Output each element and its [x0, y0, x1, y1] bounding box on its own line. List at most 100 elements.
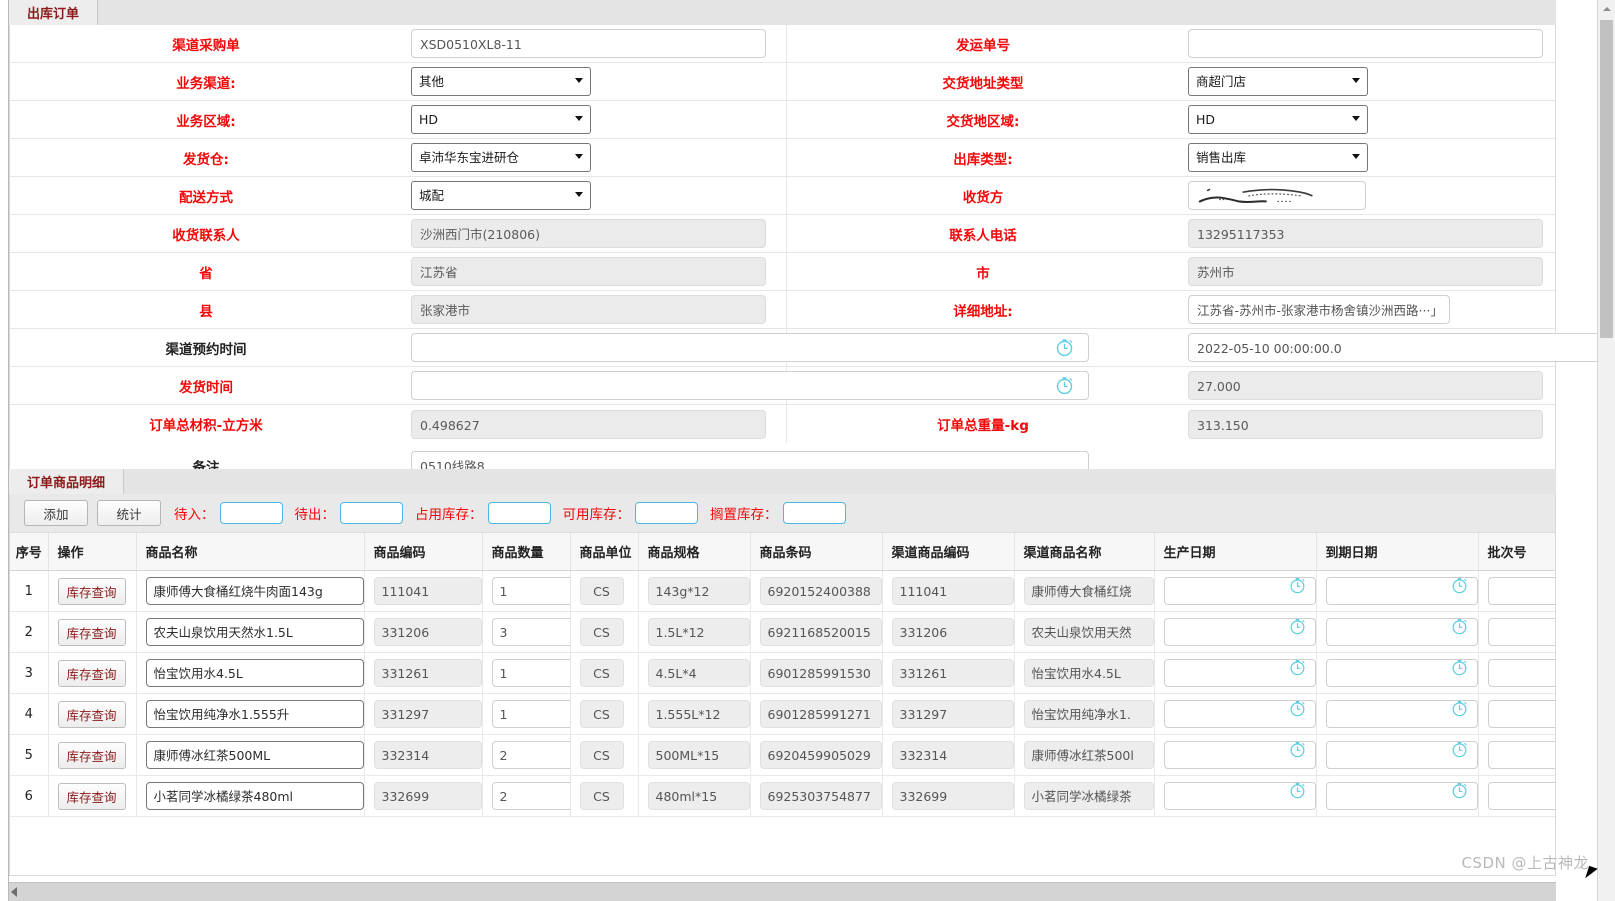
quantity-input[interactable]: 3: [491, 618, 576, 646]
clock-icon[interactable]: [1288, 781, 1307, 800]
left-select[interactable]: 城配: [411, 181, 591, 210]
column-header-op[interactable]: 操作: [48, 533, 137, 571]
cell-row-index: 6: [10, 775, 49, 817]
left-date-field[interactable]: [411, 333, 1089, 362]
stock-query-button[interactable]: 库存查询: [57, 618, 126, 646]
stock-field-input[interactable]: [340, 502, 403, 524]
batch-number-input[interactable]: [1487, 782, 1555, 810]
tab-outbound-order[interactable]: 出库订单: [9, 0, 99, 25]
quantity-input[interactable]: 1: [491, 577, 576, 605]
left-text-input[interactable]: 江苏省: [411, 257, 766, 286]
left-date-input[interactable]: [411, 333, 1089, 362]
column-header-code[interactable]: 商品编码: [364, 533, 483, 571]
clock-icon[interactable]: [1054, 337, 1075, 358]
product-name-input[interactable]: 康师傅大食桶红烧牛肉面143g: [145, 577, 364, 605]
quantity-input[interactable]: 1: [491, 659, 576, 687]
right-text-input[interactable]: 苏州市: [1188, 257, 1543, 286]
column-header-chcode[interactable]: 渠道商品编码: [882, 533, 1015, 571]
quantity-input[interactable]: 1: [491, 700, 576, 728]
column-header-chname[interactable]: 渠道商品名称: [1014, 533, 1155, 571]
stock-field-input[interactable]: [219, 502, 283, 524]
quantity-input[interactable]: 2: [491, 741, 576, 769]
product-name-input[interactable]: 小茗同学冰橘绿茶480ml: [145, 782, 364, 810]
right-select[interactable]: HD: [1188, 105, 1368, 134]
column-header-spec[interactable]: 商品规格: [638, 533, 751, 571]
left-date-field[interactable]: [411, 371, 1089, 400]
product-name-input[interactable]: 怡宝饮用水4.5L: [145, 659, 364, 687]
clock-icon[interactable]: [1054, 375, 1075, 396]
form-cell-left: 发货时间: [10, 367, 1089, 404]
scroll-up-arrow-icon[interactable]: [1598, 0, 1615, 17]
product-name-input[interactable]: 怡宝饮用纯净水1.555升: [145, 700, 364, 728]
form-row: 配送方式 城配 收货方: [10, 177, 1555, 215]
stock-query-button[interactable]: 库存查询: [57, 700, 126, 728]
stock-field-input[interactable]: [487, 502, 551, 524]
clock-icon[interactable]: [1450, 576, 1469, 595]
clock-icon[interactable]: [1288, 658, 1307, 677]
left-select[interactable]: 其他: [411, 67, 591, 96]
clock-icon[interactable]: [1288, 740, 1307, 759]
batch-number-input[interactable]: [1487, 577, 1555, 605]
clock-icon[interactable]: [1288, 576, 1307, 595]
column-header-proddate[interactable]: 生产日期: [1154, 533, 1317, 571]
batch-number-input[interactable]: [1487, 700, 1555, 728]
column-header-barcode[interactable]: 商品条码: [750, 533, 883, 571]
scroll-left-arrow-icon[interactable]: [11, 887, 17, 897]
detail-toolbar: 添加 统计 待入： 待出： 占用库存： 可用库存： 搁置库存：: [10, 494, 1555, 533]
form-cell-left: 渠道预约时间: [10, 329, 1089, 366]
clock-icon[interactable]: [1288, 699, 1307, 718]
add-button[interactable]: 添加: [24, 500, 88, 526]
stock-query-button[interactable]: 库存查询: [57, 741, 126, 769]
tab-order-item-detail[interactable]: 订单商品明细: [9, 469, 125, 494]
right-text-input[interactable]: 江苏省-苏州市-张家港市杨舍镇沙洲西路···」: [1188, 295, 1450, 324]
vertical-scrollbar[interactable]: [1597, 0, 1615, 901]
stock-query-button[interactable]: 库存查询: [57, 782, 126, 810]
product-name-input[interactable]: 康师傅冰红茶500ML: [145, 741, 364, 769]
stat-button[interactable]: 统计: [97, 500, 161, 526]
horizontal-scroll-thumb[interactable]: [23, 884, 1123, 900]
batch-number-input[interactable]: [1487, 618, 1555, 646]
stat-button-label: 统计: [116, 506, 142, 522]
right-date-field[interactable]: 2022-05-10 00:00:00.0: [1188, 333, 1615, 362]
left-select[interactable]: HD: [411, 105, 591, 134]
right-select[interactable]: 商超门店: [1188, 67, 1368, 96]
stock-field-input[interactable]: [635, 502, 698, 524]
left-text-input[interactable]: 张家港市: [411, 295, 766, 324]
quantity-input[interactable]: 2: [491, 782, 576, 810]
right-text-input[interactable]: 13295117353: [1188, 219, 1543, 248]
column-header-idx[interactable]: 序号: [10, 533, 49, 571]
batch-number-input[interactable]: [1487, 741, 1555, 769]
right-date-input[interactable]: 2022-05-10 00:00:00.0: [1188, 333, 1615, 362]
clock-icon[interactable]: [1450, 617, 1469, 636]
product-name-input[interactable]: 农夫山泉饮用天然水1.5L: [145, 618, 364, 646]
clock-icon[interactable]: [1288, 617, 1307, 636]
batch-number-input[interactable]: [1487, 659, 1555, 687]
left-text-input[interactable]: 0.498627: [411, 409, 766, 439]
left-select[interactable]: 卓沛华东宝进研仓: [411, 143, 591, 172]
right-text-input[interactable]: 313.150: [1188, 409, 1543, 439]
column-header-qty[interactable]: 商品数量: [482, 533, 571, 571]
left-field-label: 省: [10, 262, 402, 282]
stock-field-input[interactable]: [782, 502, 846, 524]
column-header-name[interactable]: 商品名称: [136, 533, 365, 571]
clock-icon[interactable]: [1450, 781, 1469, 800]
column-header-unit[interactable]: 商品单位: [570, 533, 639, 571]
tab-order-item-detail-label: 订单商品明细: [27, 476, 106, 491]
column-header-batch[interactable]: 批次号: [1478, 533, 1555, 571]
left-text-input[interactable]: 沙洲西门市(210806): [411, 219, 766, 248]
clock-icon[interactable]: [1450, 699, 1469, 718]
vertical-scroll-thumb[interactable]: [1600, 20, 1613, 338]
right-text-input[interactable]: [1188, 29, 1543, 58]
right-redacted-field[interactable]: [1188, 181, 1366, 210]
clock-icon[interactable]: [1450, 658, 1469, 677]
column-header-expdate[interactable]: 到期日期: [1316, 533, 1479, 571]
clock-icon[interactable]: [1450, 740, 1469, 759]
stock-query-button[interactable]: 库存查询: [57, 577, 126, 605]
horizontal-scrollbar[interactable]: [9, 882, 1556, 901]
left-date-input[interactable]: [411, 371, 1089, 400]
stock-query-button[interactable]: 库存查询: [57, 659, 126, 687]
unit-value: CS: [579, 618, 624, 646]
left-text-input[interactable]: XSD0510XL8-11: [411, 29, 766, 58]
right-text-input[interactable]: 27.000: [1188, 371, 1543, 400]
right-select[interactable]: 销售出库: [1188, 143, 1368, 172]
